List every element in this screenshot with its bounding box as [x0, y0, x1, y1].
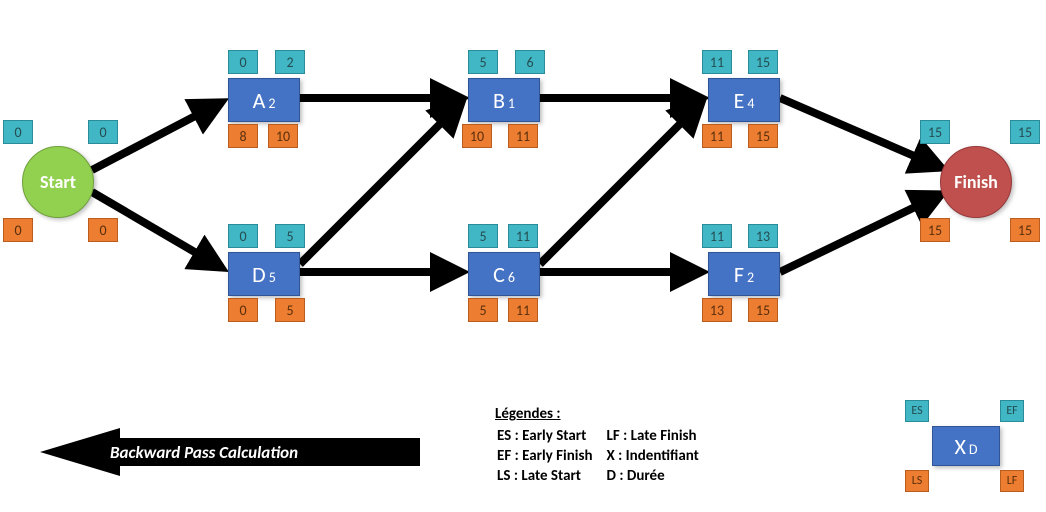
B-ls: 10: [462, 124, 492, 148]
finish-ef: 15: [1010, 120, 1040, 144]
activity-C-id: C: [493, 261, 505, 288]
start-ls: 0: [3, 218, 33, 242]
D-lf: 5: [275, 298, 305, 322]
E-ef: 15: [748, 50, 778, 74]
activity-A-id: A: [253, 87, 266, 114]
legend-mini-ef: EF: [1000, 400, 1024, 422]
legend-es: ES : Early Start: [497, 427, 586, 445]
F-ef: 13: [748, 224, 778, 248]
activity-D: D 5: [228, 252, 300, 296]
activity-A: A 2: [228, 78, 300, 122]
C-ls: 5: [468, 298, 498, 322]
start-ef: 0: [88, 120, 118, 144]
B-ef: 6: [515, 50, 545, 74]
activity-A-duration: 2: [268, 95, 275, 112]
A-ef: 2: [275, 50, 305, 74]
finish-label: Finish: [954, 171, 998, 193]
activity-F-duration: 2: [747, 269, 754, 286]
start-node: Start: [22, 146, 94, 218]
activity-E-id: E: [734, 87, 745, 114]
A-es: 0: [228, 50, 258, 74]
activity-F-id: F: [734, 261, 744, 288]
E-ls: 11: [702, 124, 732, 148]
activity-E-duration: 4: [747, 95, 754, 112]
backward-pass-label: Backward Pass Calculation: [110, 442, 298, 463]
C-ef: 11: [508, 224, 538, 248]
B-lf: 11: [508, 124, 538, 148]
B-es: 5: [468, 50, 498, 74]
C-es: 5: [468, 224, 498, 248]
legend-d: D : Durée: [607, 467, 665, 485]
legend-ls: LS : Late Start: [497, 467, 581, 485]
activity-D-id: D: [252, 261, 266, 288]
legend-mini-lf: LF: [1000, 470, 1024, 492]
start-es: 0: [3, 120, 33, 144]
D-es: 0: [228, 224, 258, 248]
finish-node: Finish: [940, 146, 1012, 218]
legend: Légendes : ES : Early Start LF : Late Fi…: [495, 405, 713, 487]
legend-mini-diagram: ES EF X D LS LF: [905, 400, 1025, 500]
legend-mini-ls: LS: [905, 470, 929, 492]
start-label: Start: [40, 171, 76, 193]
legend-mini-id: X: [954, 433, 965, 460]
activity-F: F 2: [708, 252, 780, 296]
legend-title: Légendes :: [495, 405, 561, 423]
A-lf: 10: [268, 124, 298, 148]
finish-lf: 15: [1010, 218, 1040, 242]
legend-lf: LF : Late Finish: [607, 427, 697, 445]
E-es: 11: [702, 50, 732, 74]
F-es: 11: [702, 224, 732, 248]
activity-D-duration: 5: [269, 269, 276, 286]
activity-C: C 6: [468, 252, 540, 296]
start-lf: 0: [88, 218, 118, 242]
activity-B-duration: 1: [508, 95, 515, 112]
legend-mini-dur: D: [969, 441, 978, 458]
finish-es: 15: [920, 120, 950, 144]
activity-B: B 1: [468, 78, 540, 122]
A-ls: 8: [228, 124, 258, 148]
finish-ls: 15: [920, 218, 950, 242]
F-ls: 13: [702, 298, 732, 322]
C-lf: 11: [508, 298, 538, 322]
E-lf: 15: [748, 124, 778, 148]
legend-ef: EF : Early Finish: [497, 447, 593, 465]
activity-E: E 4: [708, 78, 780, 122]
legend-x: X : Indentifiant: [607, 447, 699, 465]
activity-C-duration: 6: [508, 269, 515, 286]
F-lf: 15: [748, 298, 778, 322]
legend-mini-es: ES: [905, 400, 929, 422]
D-ef: 5: [275, 224, 305, 248]
legend-mini-activity: X D: [932, 426, 1000, 466]
D-ls: 0: [228, 298, 258, 322]
activity-B-id: B: [493, 87, 505, 114]
